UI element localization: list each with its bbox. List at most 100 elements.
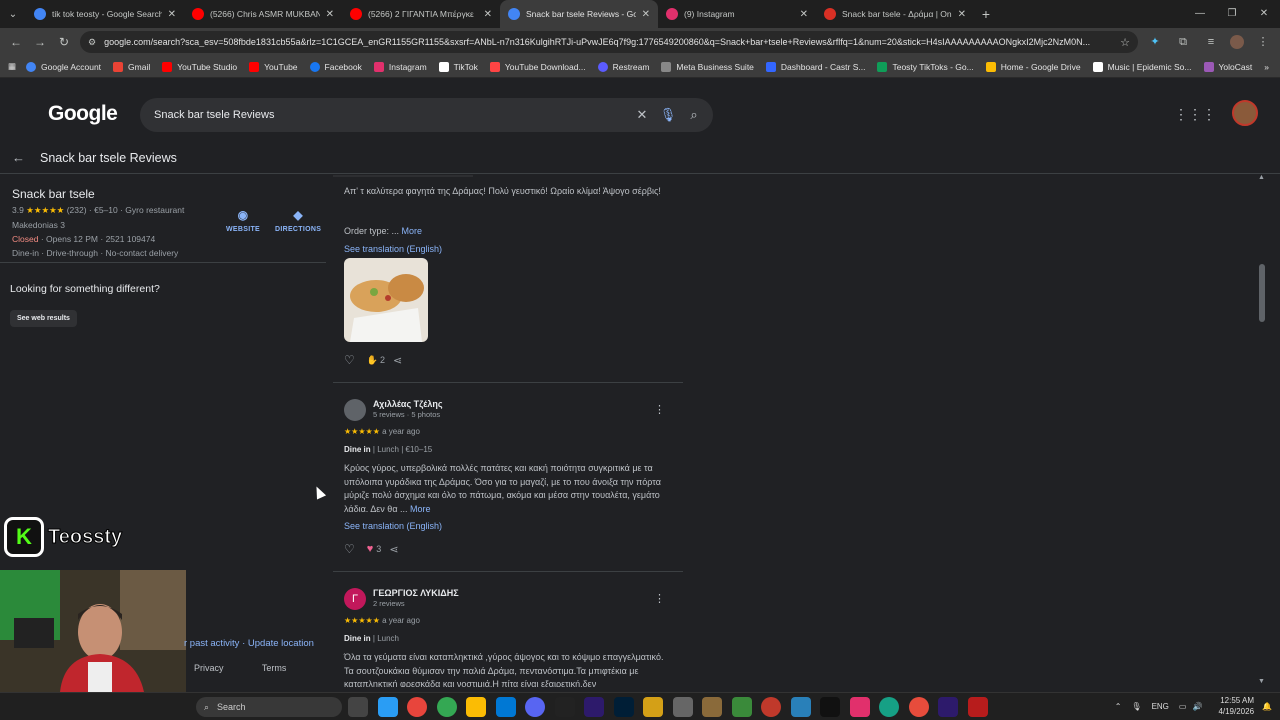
maximize-icon[interactable]: ❐: [1216, 0, 1248, 28]
notifications-icon[interactable]: 🔔: [1262, 702, 1272, 711]
app-icon[interactable]: [731, 697, 752, 717]
discord-icon[interactable]: [525, 697, 545, 717]
reviews-list[interactable]: Απ' τ καλύτερα φαγητά της Δράμας! Πολύ γ…: [333, 175, 683, 687]
bookmark-youtube-studio[interactable]: YouTube Studio: [162, 61, 237, 72]
profile-avatar-icon[interactable]: [1230, 35, 1244, 49]
tiktok-icon[interactable]: [820, 697, 840, 717]
premiere-icon[interactable]: [938, 697, 958, 717]
close-tab-icon[interactable]: ✕: [326, 9, 334, 20]
bookmark-yolocast[interactable]: YoloCast: [1203, 61, 1252, 72]
language-indicator[interactable]: ENG: [1152, 702, 1169, 711]
reviewer-avatar[interactable]: Γ: [344, 588, 366, 610]
phone-number[interactable]: 2521 109474: [106, 234, 156, 244]
tab-2[interactable]: (5266) Chris ASMR MUKBANG | ✕: [184, 0, 342, 28]
place-name[interactable]: Snack bar tsele: [12, 187, 95, 201]
chrome-menu-icon[interactable]: ⋮: [1254, 32, 1272, 52]
clock[interactable]: 12:55 AM 4/19/2026: [1218, 695, 1254, 717]
bookmark-star-icon[interactable]: ☆: [1120, 36, 1130, 49]
see-web-results-button[interactable]: See web results: [10, 310, 77, 327]
search-box[interactable]: Snack bar tsele Reviews ✕ 🎙 ⌕: [140, 98, 713, 132]
more-link[interactable]: More: [402, 226, 423, 236]
chrome-icon[interactable]: [407, 697, 427, 717]
tab-1[interactable]: tik tok teosty - Google Search ✕: [26, 0, 184, 28]
app-icon[interactable]: [790, 697, 811, 717]
network-icon[interactable]: ▭: [1179, 702, 1187, 711]
url-text[interactable]: google.com/search?sca_esv=508fbde1831cb5…: [104, 37, 1104, 47]
share-icon[interactable]: ⋖: [393, 354, 402, 367]
tray-chevron-icon[interactable]: ⌃: [1115, 702, 1122, 711]
scroll-up-icon[interactable]: ▲: [1258, 174, 1265, 181]
bookmark-tiktok[interactable]: TikTok: [438, 61, 478, 72]
forward-icon[interactable]: →: [28, 35, 52, 49]
see-translation-link[interactable]: See translation (English): [344, 244, 442, 254]
clear-icon[interactable]: ✕: [629, 107, 655, 123]
mic-tray-icon[interactable]: 🎙: [1131, 702, 1141, 711]
see-translation-link[interactable]: See translation (English): [344, 521, 442, 531]
chrome-icon[interactable]: [879, 697, 899, 717]
scrollbar-thumb[interactable]: [1259, 264, 1265, 322]
reviewer-name[interactable]: ΓΕΩΡΓΙΟΣ ΛΥΚΙΔΗΣ: [373, 588, 459, 598]
scroll-down-icon[interactable]: ▼: [1258, 678, 1265, 685]
chrome-icon[interactable]: [436, 697, 457, 717]
bookmarks-overflow-icon[interactable]: »: [1264, 62, 1269, 72]
bookmark-youtube[interactable]: YouTube: [249, 61, 298, 72]
terms-link[interactable]: Terms: [262, 663, 287, 673]
google-logo[interactable]: Google: [48, 102, 118, 126]
volume-icon[interactable]: 🔊: [1192, 702, 1202, 711]
google-apps-icon[interactable]: ⋮⋮⋮: [1174, 106, 1216, 123]
like-icon[interactable]: ♡: [344, 353, 355, 367]
apps-grid-icon[interactable]: ▦: [8, 61, 16, 72]
reading-list-icon[interactable]: ≡: [1202, 32, 1220, 52]
close-tab-icon[interactable]: ✕: [642, 9, 650, 20]
close-tab-icon[interactable]: ✕: [168, 9, 176, 20]
reviewer-name[interactable]: Αχιλλέας Τζέλης: [373, 399, 443, 409]
premiere-icon[interactable]: [584, 697, 604, 717]
search-icon[interactable]: ⌕: [681, 107, 707, 123]
bookmark-meta[interactable]: Meta Business Suite: [661, 61, 754, 72]
like-icon[interactable]: ♡: [344, 542, 355, 556]
tab-3[interactable]: (5266) 2 ΓΙΓΑΝΤΙΑ Μπέργκε ✕: [342, 0, 500, 28]
photoshop-icon[interactable]: [613, 697, 634, 717]
bookmark-gmail[interactable]: Gmail: [113, 61, 150, 72]
tab-4-active[interactable]: Snack bar tsele Reviews - Goog ✕: [500, 0, 658, 28]
bookmark-google-account[interactable]: Google Account: [26, 61, 101, 72]
share-icon[interactable]: ⋖: [389, 543, 398, 556]
app-icon[interactable]: [702, 697, 722, 717]
page-scrollbar[interactable]: ▲ ▼: [1258, 174, 1266, 685]
acrobat-icon[interactable]: [967, 697, 988, 717]
settings-icon[interactable]: [672, 697, 693, 717]
url-omnibox[interactable]: ⚙ google.com/search?sca_esv=508fbde1831c…: [80, 31, 1138, 53]
bookmark-epidemic[interactable]: Music | Epidemic So...: [1092, 61, 1192, 72]
app-icon[interactable]: [849, 697, 870, 717]
bookmark-teosty-tiktoks[interactable]: Teosty TikToks - Go...: [877, 61, 974, 72]
microphone-icon[interactable]: 🎙: [655, 107, 681, 123]
review-menu-icon[interactable]: ⋮: [654, 592, 665, 605]
store-icon[interactable]: [495, 697, 516, 717]
review-menu-icon[interactable]: ⋮: [654, 403, 665, 416]
bookmark-castr[interactable]: Dashboard - Castr S...: [765, 61, 865, 72]
tab-search-menu[interactable]: ⌄: [0, 0, 26, 28]
directions-button[interactable]: ◆ DIRECTIONS: [275, 208, 321, 233]
copilot-icon[interactable]: [377, 697, 398, 717]
website-button[interactable]: ◉ WEBSITE: [226, 208, 260, 233]
bookmark-facebook[interactable]: Facebook: [309, 61, 362, 72]
bookmark-google-drive[interactable]: Home - Google Drive: [985, 61, 1081, 72]
search-input[interactable]: Snack bar tsele Reviews: [154, 109, 629, 121]
obs-icon[interactable]: [554, 697, 575, 717]
privacy-link[interactable]: Privacy: [194, 663, 224, 673]
bookmark-restream[interactable]: Restream: [597, 61, 649, 72]
app-icon[interactable]: [643, 697, 663, 717]
site-info-icon[interactable]: ⚙: [88, 37, 96, 48]
update-location-link[interactable]: Update location: [248, 638, 314, 649]
back-arrow-icon[interactable]: ←: [12, 150, 32, 165]
review-photo[interactable]: [344, 258, 428, 342]
app-icon[interactable]: [761, 697, 781, 717]
extensions-puzzle-icon[interactable]: ⧉: [1174, 32, 1192, 52]
bookmark-instagram[interactable]: Instagram: [373, 61, 427, 72]
account-avatar[interactable]: [1232, 100, 1258, 126]
tab-5[interactable]: (9) Instagram ✕: [658, 0, 816, 28]
more-link[interactable]: More: [410, 504, 431, 514]
new-tab-button[interactable]: +: [974, 6, 998, 22]
past-activity-link[interactable]: r past activity: [184, 638, 239, 649]
minimize-icon[interactable]: —: [1184, 0, 1216, 28]
